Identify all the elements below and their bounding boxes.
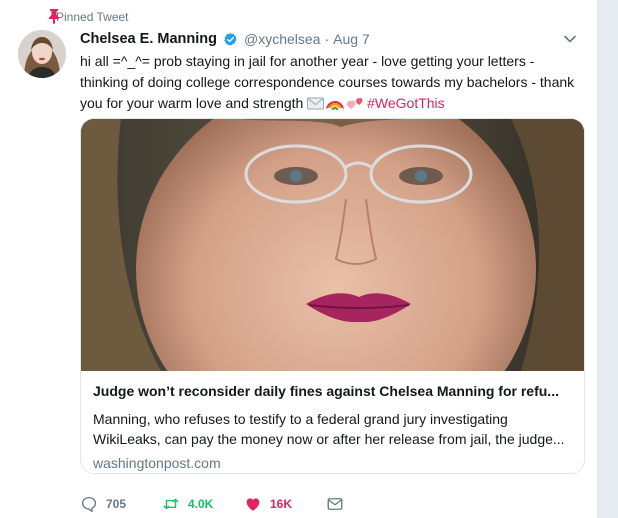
reply-button[interactable]: 705 — [80, 495, 162, 513]
pinned-label: Pinned Tweet — [56, 10, 129, 24]
pinned-tweet-header: Pinned Tweet — [49, 9, 129, 25]
envelope-icon — [327, 498, 343, 510]
like-count: 16K — [270, 497, 293, 511]
card-description-line: WikiLeaks, can pay the money now or afte… — [93, 431, 565, 447]
envelope-emoji — [307, 97, 325, 110]
avatar[interactable] — [18, 30, 66, 78]
chevron-down-icon[interactable] — [563, 32, 577, 46]
reply-icon — [81, 496, 97, 513]
card-body: Judge won’t reconsider daily fines again… — [93, 375, 572, 473]
retweet-icon — [163, 498, 179, 510]
avatar-image — [18, 30, 66, 78]
card-image — [81, 119, 584, 371]
card-title[interactable]: Judge won’t reconsider daily fines again… — [93, 381, 572, 401]
retweet-count: 4.0K — [188, 497, 214, 511]
user-handle[interactable]: @xychelsea — [244, 31, 320, 47]
pin-icon — [49, 9, 59, 24]
verified-badge-icon — [224, 32, 237, 46]
two-hearts-emoji — [347, 98, 363, 109]
link-card[interactable]: Judge won’t reconsider daily fines again… — [80, 118, 585, 474]
emoji-group — [307, 96, 363, 111]
tweet-text: hi all =^_^= prob staying in jail for an… — [80, 51, 580, 114]
card-description-line: Manning, who refuses to testify to a fed… — [93, 411, 508, 427]
heart-icon — [246, 498, 260, 511]
separator-dot: · — [324, 31, 330, 47]
rainbow-emoji — [326, 101, 345, 111]
like-button[interactable]: 16K — [244, 495, 326, 513]
direct-message-button[interactable] — [326, 495, 344, 513]
tweet-header: Chelsea E. Manning @xychelsea · Aug 7 — [80, 29, 577, 49]
card-domain: washingtonpost.com — [93, 455, 221, 471]
tweet-date[interactable]: Aug 7 — [333, 31, 370, 47]
retweet-button[interactable]: 4.0K — [162, 495, 244, 513]
tweet-actions: 705 4.0K 16K — [80, 493, 344, 515]
card-description: Manning, who refuses to testify to a fed… — [93, 409, 572, 449]
hashtag-link[interactable]: #WeGotThis — [367, 95, 445, 111]
display-name[interactable]: Chelsea E. Manning — [80, 31, 217, 47]
reply-count: 705 — [106, 497, 127, 511]
tweet[interactable]: Pinned Tweet Chelsea E. Manning @xychels… — [0, 0, 598, 518]
